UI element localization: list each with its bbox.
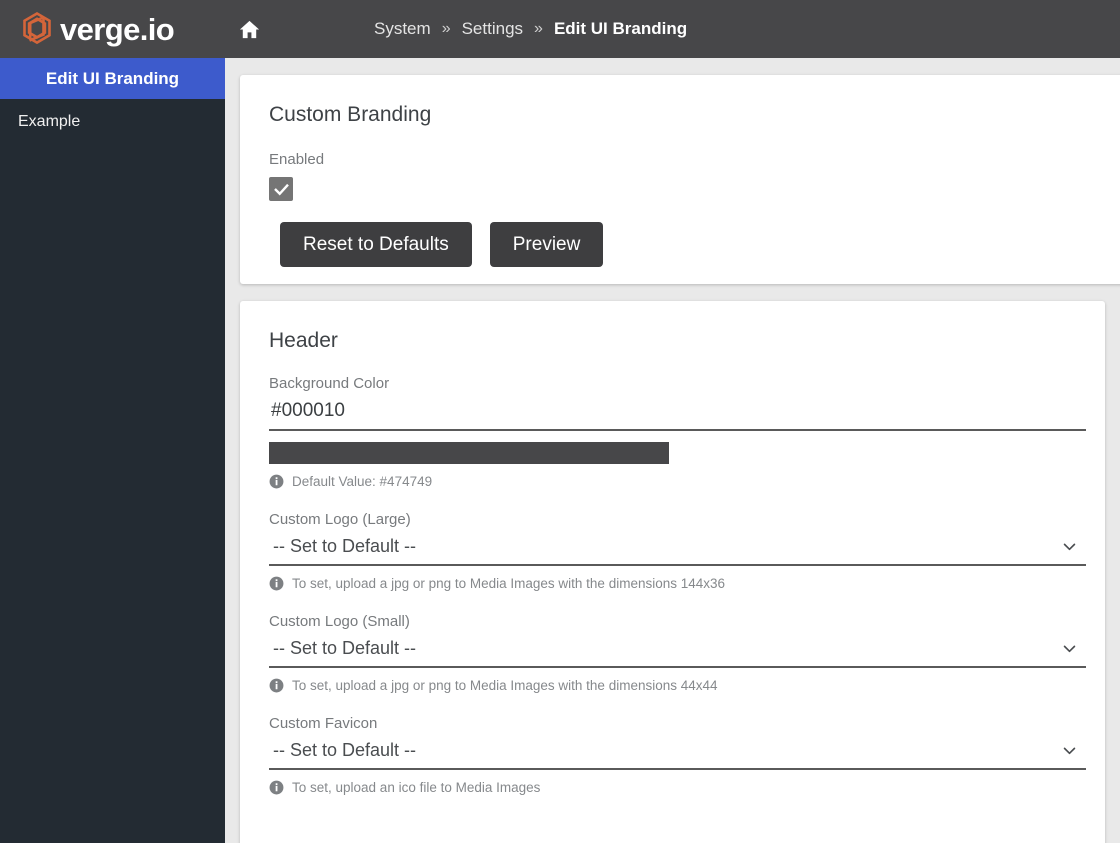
header-section-card: Header Background Color #000010 Default …: [240, 301, 1105, 843]
custom-logo-small-field: Custom Logo (Small) -- Set to Default --…: [269, 613, 1086, 693]
info-icon: [269, 780, 284, 795]
custom-logo-large-hint: To set, upload a jpg or png to Media Ima…: [269, 576, 1076, 591]
header-section-title: Header: [269, 329, 338, 352]
enabled-field: Enabled: [240, 127, 1120, 201]
custom-favicon-select[interactable]: -- Set to Default --: [269, 738, 1086, 770]
reset-to-defaults-button[interactable]: Reset to Defaults: [280, 222, 472, 267]
top-bar: verge.io System » Settings » Edit UI Bra…: [0, 0, 1120, 58]
background-color-label: Background Color: [269, 375, 390, 392]
breadcrumb-item-system[interactable]: System: [374, 19, 431, 39]
sidebar: Edit UI Branding Example: [0, 58, 225, 843]
chevron-down-icon: [1063, 747, 1076, 755]
enabled-checkbox[interactable]: [269, 177, 293, 201]
sidebar-item-example[interactable]: Example: [0, 99, 225, 145]
background-color-hint-text: Default Value: #474749: [292, 474, 433, 489]
background-color-swatch-row: [269, 442, 1076, 464]
custom-logo-small-label: Custom Logo (Small): [269, 613, 410, 630]
custom-branding-card: Custom Branding Enabled Reset to Default…: [240, 75, 1120, 284]
sidebar-item-edit-ui-branding[interactable]: Edit UI Branding: [0, 58, 225, 99]
info-icon: [269, 474, 284, 489]
custom-favicon-field: Custom Favicon -- Set to Default -- To s…: [269, 715, 1086, 795]
custom-favicon-hint: To set, upload an ico file to Media Imag…: [269, 780, 1076, 795]
info-icon: [269, 678, 284, 693]
custom-logo-large-value: -- Set to Default --: [273, 536, 417, 556]
custom-logo-small-hint-text: To set, upload a jpg or png to Media Ima…: [292, 678, 718, 693]
custom-favicon-value: -- Set to Default --: [273, 740, 417, 760]
breadcrumb-item-settings[interactable]: Settings: [462, 19, 523, 39]
background-color-swatch[interactable]: [269, 442, 669, 464]
preview-button[interactable]: Preview: [489, 222, 604, 267]
main-content: Custom Branding Enabled Reset to Default…: [225, 58, 1120, 843]
brand-logo[interactable]: verge.io: [0, 0, 225, 58]
home-button[interactable]: [225, 0, 273, 58]
chevron-down-icon: [1063, 543, 1076, 551]
custom-favicon-label: Custom Favicon: [269, 715, 378, 732]
custom-logo-small-select[interactable]: -- Set to Default --: [269, 636, 1086, 668]
custom-favicon-hint-text: To set, upload an ico file to Media Imag…: [292, 780, 541, 795]
breadcrumb-current: Edit UI Branding: [553, 19, 688, 38]
custom-logo-large-select[interactable]: -- Set to Default --: [269, 534, 1086, 566]
header-fields: Background Color #000010 Default Value: …: [240, 375, 1105, 795]
breadcrumb-separator: »: [534, 20, 543, 37]
custom-branding-title: Custom Branding: [269, 103, 432, 126]
home-icon: [239, 20, 259, 38]
custom-logo-large-label: Custom Logo (Large): [269, 511, 411, 528]
custom-logo-small-hint: To set, upload a jpg or png to Media Ima…: [269, 678, 1076, 693]
breadcrumb-separator: »: [441, 20, 451, 37]
background-color-field: Background Color #000010 Default Value: …: [269, 375, 1086, 489]
background-color-input[interactable]: #000010: [269, 398, 1086, 431]
check-icon: [273, 183, 289, 195]
vergeio-hexagon-logo-icon: [23, 11, 51, 45]
custom-logo-small-value: -- Set to Default --: [273, 638, 417, 658]
custom-logo-large-hint-text: To set, upload a jpg or png to Media Ima…: [292, 576, 726, 591]
chevron-down-icon: [1063, 645, 1076, 653]
info-icon: [269, 576, 284, 591]
custom-logo-large-field: Custom Logo (Large) -- Set to Default --…: [269, 511, 1086, 591]
breadcrumb: System » Settings » Edit UI Branding: [374, 19, 687, 39]
enabled-label: Enabled: [269, 151, 325, 168]
branding-actions: Reset to Defaults Preview: [240, 201, 1120, 267]
brand-text: verge.io: [60, 11, 175, 47]
background-color-hint: Default Value: #474749: [269, 474, 1076, 489]
